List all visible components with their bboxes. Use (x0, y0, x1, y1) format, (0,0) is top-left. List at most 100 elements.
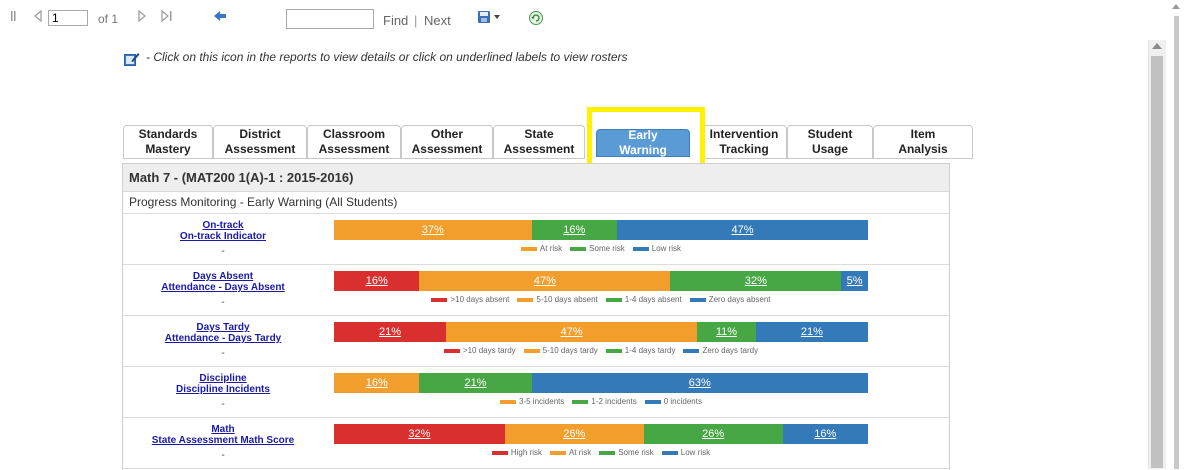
stacked-bar: 21% 47% 11% 21% (334, 322, 868, 342)
indicator-value: - (221, 348, 225, 359)
next-link[interactable]: Next (424, 13, 451, 28)
next-page-icon[interactable] (134, 9, 150, 28)
tab-label: Standards (138, 127, 198, 141)
page-number-input[interactable] (48, 10, 88, 26)
tab-district-assessment[interactable]: District Assessment (213, 125, 307, 159)
indicator-row: Discipline Discipline Incidents - 16% 21% 63%… (123, 367, 949, 418)
tab-label: Other (430, 127, 463, 141)
indicator-source-link[interactable]: Attendance - Days Absent (123, 282, 323, 293)
legend-item: 5-10 days tardy (523, 346, 598, 355)
page-scrollbar-thumb[interactable] (1174, 16, 1179, 469)
indicator-labels: Days Absent Attendance - Days Absent - (123, 271, 323, 308)
tab-early-warning[interactable]: Early Warning (596, 128, 690, 157)
tab-item-analysis[interactable]: Item Analysis (873, 125, 973, 159)
tab-label: Assessment (318, 142, 390, 156)
bar-segment[interactable]: 16% (531, 220, 618, 240)
bar-segment[interactable]: 11% (697, 322, 756, 342)
tab-intervention-tracking[interactable]: Intervention Tracking (701, 125, 787, 159)
legend-item: High risk (491, 448, 542, 457)
bar-segment[interactable]: 5% (841, 271, 868, 291)
legend-swatch (549, 450, 566, 455)
first-page-icon[interactable] (8, 10, 24, 28)
legend-swatch (431, 297, 448, 302)
legend-swatch (605, 348, 622, 353)
last-page-icon[interactable] (160, 9, 176, 28)
indicator-row: Days Tardy Attendance - Days Tardy -21% 47%… (123, 316, 949, 367)
indicator-labels: Discipline Discipline Incidents - (123, 373, 323, 410)
find-input[interactable] (286, 9, 374, 29)
legend-label: 5-10 days tardy (542, 346, 598, 355)
bar-segment[interactable]: 47% (617, 220, 868, 240)
tab-label: District (239, 127, 281, 141)
legend-label: 5-10 days absent (536, 295, 598, 304)
tab-state-assessment[interactable]: State Assessment (493, 125, 585, 159)
tab-other-assessment[interactable]: Other Assessment (401, 125, 493, 159)
indicator-name-link[interactable]: Days Absent (123, 271, 323, 282)
bar-segment[interactable]: 26% (504, 424, 644, 444)
indicator-row: On-track On-track Indicator - 37% 16% 47% At r… (123, 214, 949, 265)
indicator-source-link[interactable]: Discipline Incidents (123, 384, 323, 395)
scroll-up-icon[interactable] (1152, 43, 1162, 49)
legend-label: At risk (568, 448, 592, 457)
tab-label: Intervention (709, 127, 779, 141)
bar-segment[interactable]: 32% (334, 424, 505, 444)
tab-label: Early (628, 128, 658, 142)
previous-page-icon[interactable] (30, 9, 46, 28)
stacked-bar: 37% 16% 47% (334, 220, 868, 240)
tab-standards-mastery[interactable]: Standards Mastery (123, 125, 213, 159)
legend-swatch (500, 399, 517, 404)
bar-segment[interactable]: 16% (782, 424, 868, 444)
indicator-name-link[interactable]: Days Tardy (123, 322, 323, 333)
legend-label: At risk (539, 244, 563, 253)
tab-label: Assessment (224, 142, 296, 156)
bar-segment[interactable]: 21% (334, 322, 447, 342)
bar-segment[interactable]: 26% (643, 424, 783, 444)
indicator-name-link[interactable]: Discipline (123, 373, 323, 384)
tab-student-usage[interactable]: Student Usage (787, 125, 873, 159)
legend-label: >10 days absent (450, 295, 510, 304)
tab-label: Analysis (898, 142, 948, 156)
legend-item: Low risk (632, 244, 681, 253)
tab-classroom-assessment[interactable]: Classroom Assessment (307, 125, 401, 159)
bar-legend: 3-5 incidents 1-2 incidents 0 incidents (334, 397, 868, 406)
bar-segment[interactable]: 32% (670, 271, 842, 291)
find-link[interactable]: Find (383, 13, 408, 28)
stacked-bar: 32% 26% 26% 16% (334, 424, 868, 444)
indicator-row: Math State Assessment Math Score -32% 26% 26… (123, 418, 949, 469)
bar-segment[interactable]: 16% (334, 373, 420, 393)
bar-segment[interactable]: 21% (419, 373, 532, 393)
indicator-source-link[interactable]: State Assessment Math Score (123, 435, 323, 446)
tab-label: Assessment (411, 142, 483, 156)
indicator-name-link[interactable]: Math (123, 424, 323, 435)
bar-segment[interactable]: 37% (334, 220, 532, 240)
back-icon[interactable] (212, 10, 228, 28)
legend-label: >10 days tardy (462, 346, 516, 355)
legend-swatch (644, 399, 661, 404)
bar-segment[interactable]: 16% (334, 271, 420, 291)
save-export-icon[interactable] (476, 10, 506, 28)
tab-label: Student (807, 127, 853, 141)
legend-swatch (523, 348, 540, 353)
legend-swatch (661, 450, 678, 455)
bar-legend: At risk Some risk Low risk (334, 244, 868, 253)
bar-segment[interactable]: 47% (446, 322, 698, 342)
indicator-source-link[interactable]: On-track Indicator (123, 231, 323, 242)
bar-segment[interactable]: 21% (755, 322, 868, 342)
page-scroll-up-icon[interactable] (1172, 4, 1180, 9)
indicator-name-link[interactable]: On-track (123, 220, 323, 231)
report-vertical-scrollbar[interactable] (1148, 40, 1166, 469)
legend-item: 0 incidents (644, 397, 702, 406)
legend-label: Some risk (618, 448, 654, 457)
refresh-icon[interactable] (528, 10, 544, 28)
indicator-labels: Days Tardy Attendance - Days Tardy - (123, 322, 323, 359)
panel-title: Math 7 - (MAT200 1(A)-1 : 2015-2016) (123, 164, 949, 192)
legend-label: 3-5 incidents (519, 397, 565, 406)
report-panel: Math 7 - (MAT200 1(A)-1 : 2015-2016) Pro… (122, 163, 950, 470)
scrollbar-thumb[interactable] (1151, 56, 1163, 468)
legend-label: 0 incidents (663, 397, 702, 406)
bar-segment[interactable]: 63% (531, 373, 868, 393)
legend-item: Some risk (570, 244, 625, 253)
bar-segment[interactable]: 47% (419, 271, 671, 291)
indicator-source-link[interactable]: Attendance - Days Tardy (123, 333, 323, 344)
indicator-value: - (221, 297, 225, 308)
